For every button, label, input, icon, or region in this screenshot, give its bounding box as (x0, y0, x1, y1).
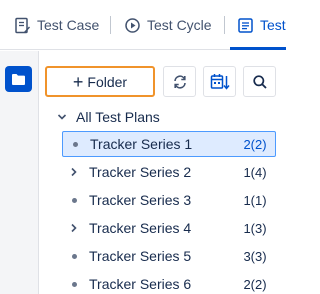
tab-test-cycle[interactable]: Test Cycle (124, 0, 212, 50)
leaf-dot-icon (72, 141, 78, 147)
tree-item-label: Tracker Series 4 (89, 220, 192, 236)
tree-root-all-test-plans[interactable]: All Test Plans (57, 104, 160, 130)
active-tab-indicator (230, 47, 286, 50)
tab-test-plan-label: Test (260, 17, 286, 33)
tab-test-cycle-label: Test Cycle (147, 17, 212, 33)
folder-view-button[interactable] (5, 66, 32, 92)
tree-item-count: 1(3) (234, 215, 276, 241)
tab-test-case-label: Test Case (37, 17, 100, 33)
leaf-dot-icon (71, 197, 77, 203)
refresh-icon (173, 74, 186, 89)
tree-item-count: 3(3) (234, 243, 276, 269)
chevron-down-icon (57, 114, 67, 120)
tab-divider (224, 16, 225, 34)
plus-icon: + (72, 71, 84, 92)
leaf-dot-icon (71, 253, 77, 259)
tree-item-count: 1(1) (234, 187, 276, 213)
leaf-dot-icon (71, 281, 77, 287)
tab-test-plan[interactable]: Test (237, 0, 286, 50)
search-icon (252, 74, 267, 89)
refresh-button[interactable] (163, 66, 196, 97)
tab-bar: Test Case Test Cycle Test (0, 0, 286, 50)
tree-root-label: All Test Plans (76, 109, 160, 125)
tab-divider (110, 16, 111, 34)
tree-item-label: Tracker Series 1 (90, 136, 193, 152)
sort-by-date-button[interactable] (203, 66, 236, 97)
left-rail (0, 51, 39, 294)
test-case-icon (15, 17, 30, 33)
tab-test-case[interactable]: Test Case (14, 0, 99, 50)
folder-icon (12, 73, 25, 85)
tree-item-count: 1(4) (234, 159, 276, 185)
tree-item-count: 2(2) (243, 136, 267, 152)
add-folder-label: Folder (87, 73, 128, 90)
chevron-right-icon[interactable] (69, 223, 79, 233)
test-cycle-icon (125, 17, 140, 33)
tree-item-label: Tracker Series 5 (89, 248, 192, 264)
tree-item-label: Tracker Series 6 (89, 276, 192, 292)
calendar-sort-icon (210, 73, 230, 90)
tree-item-label: Tracker Series 3 (89, 192, 192, 208)
add-folder-button[interactable]: + Folder (45, 66, 155, 97)
tree-item-label: Tracker Series 2 (89, 164, 192, 180)
search-button[interactable] (243, 66, 276, 97)
tree-item-count: 2(2) (234, 271, 276, 294)
chevron-right-icon[interactable] (69, 167, 79, 177)
test-plan-icon (238, 17, 253, 33)
